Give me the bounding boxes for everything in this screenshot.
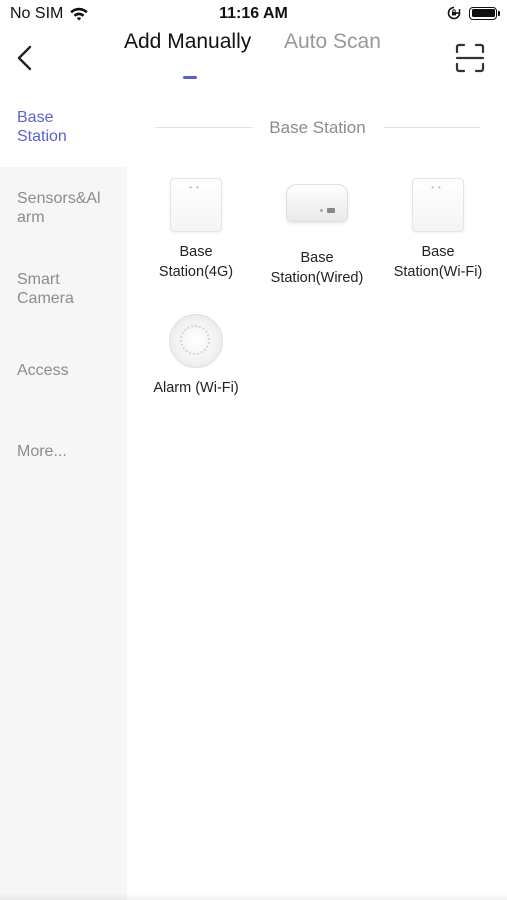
battery-icon bbox=[469, 6, 500, 20]
device-base-station-4g[interactable]: •• Base Station(4G) bbox=[136, 172, 256, 282]
sidebar-item-more[interactable]: More... bbox=[17, 442, 117, 461]
device-base-station-wired[interactable]: Base Station(Wired) bbox=[257, 172, 377, 288]
section-divider-right bbox=[384, 127, 480, 128]
device-alarm-wifi[interactable]: Alarm (Wi-Fi) bbox=[136, 308, 256, 398]
tab-auto-scan[interactable]: Auto Scan bbox=[284, 30, 381, 54]
tab-add-manually[interactable]: Add Manually bbox=[124, 30, 251, 54]
category-sidebar: Base Station Sensors&Al arm Smart Camera… bbox=[0, 95, 127, 900]
round-alarm-icon bbox=[136, 314, 256, 376]
sidebar-item-access[interactable]: Access bbox=[17, 361, 117, 380]
sidebar-item-sensors-alarm[interactable]: Sensors&Al arm bbox=[17, 189, 117, 227]
device-label: Base Station(Wired) bbox=[270, 250, 364, 286]
back-button[interactable] bbox=[10, 42, 42, 74]
screen-lock-rotation-icon bbox=[447, 6, 461, 20]
active-tab-indicator bbox=[183, 76, 197, 79]
section-title: Base Station bbox=[269, 118, 366, 137]
status-right bbox=[447, 6, 500, 20]
sidebar-item-base-station[interactable]: Base Station bbox=[17, 108, 117, 146]
nav-bar: Add Manually Auto Scan bbox=[0, 30, 507, 90]
base-station-box-icon: •• bbox=[378, 178, 498, 240]
chevron-left-icon bbox=[17, 45, 32, 71]
device-label: Base Station(Wi-Fi) bbox=[393, 244, 483, 280]
section-header: Base Station bbox=[155, 116, 480, 140]
status-time: 11:16 AM bbox=[219, 5, 288, 22]
sidebar-item-smart-camera[interactable]: Smart Camera bbox=[17, 270, 117, 308]
status-bar: No SIM 11:16 AM bbox=[0, 0, 507, 30]
device-label: Base Station(4G) bbox=[158, 244, 234, 280]
scan-frame-icon bbox=[455, 43, 485, 73]
device-base-station-wifi[interactable]: •• Base Station(Wi-Fi) bbox=[378, 172, 498, 282]
base-station-wired-icon bbox=[257, 184, 377, 246]
base-station-box-icon: •• bbox=[136, 178, 256, 240]
scan-button[interactable] bbox=[455, 43, 485, 73]
device-label: Alarm (Wi-Fi) bbox=[153, 380, 239, 396]
bottom-edge-shadow bbox=[0, 892, 507, 900]
